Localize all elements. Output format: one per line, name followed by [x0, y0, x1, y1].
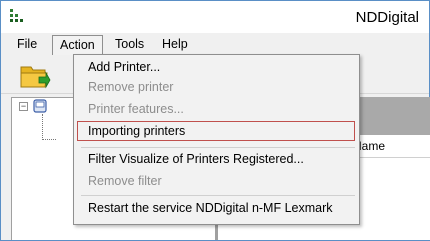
menu-item-filter-visualize[interactable]: Filter Visualize of Printers Registered.… — [77, 149, 355, 169]
menu-item-printer-features[interactable]: Printer features... — [77, 99, 355, 119]
menu-item-remove-printer[interactable]: Remove printer — [77, 77, 355, 97]
menu-tools[interactable]: Tools — [108, 35, 151, 53]
menu-help[interactable]: Help — [155, 35, 195, 53]
menu-separator — [81, 147, 355, 148]
tree-connector — [42, 139, 56, 140]
folder-import-icon[interactable] — [19, 61, 51, 91]
menu-item-restart-service[interactable]: Restart the service NDDigital n-MF Lexma… — [77, 198, 355, 218]
app-grid-icon — [10, 9, 23, 22]
action-menu-dropdown: Add Printer... Remove printer Printer fe… — [73, 54, 360, 225]
menu-item-remove-filter[interactable]: Remove filter — [77, 171, 355, 191]
menu-bar: File Action Tools Help — [1, 33, 429, 56]
menu-separator — [81, 195, 355, 196]
tree-collapse-icon[interactable]: − — [19, 102, 28, 111]
tree-connector — [42, 114, 43, 140]
window-title: NDDigital — [355, 9, 419, 26]
menu-action[interactable]: Action — [52, 35, 103, 56]
menu-item-add-printer[interactable]: Add Printer... — [77, 57, 355, 77]
menu-item-importing-printers[interactable]: Importing printers — [77, 121, 355, 141]
app-window: NDDigital File Action Tools Help − Name … — [0, 0, 430, 241]
menu-file[interactable]: File — [10, 35, 44, 53]
printer-group-icon[interactable] — [33, 99, 47, 113]
title-bar: NDDigital — [1, 1, 429, 33]
